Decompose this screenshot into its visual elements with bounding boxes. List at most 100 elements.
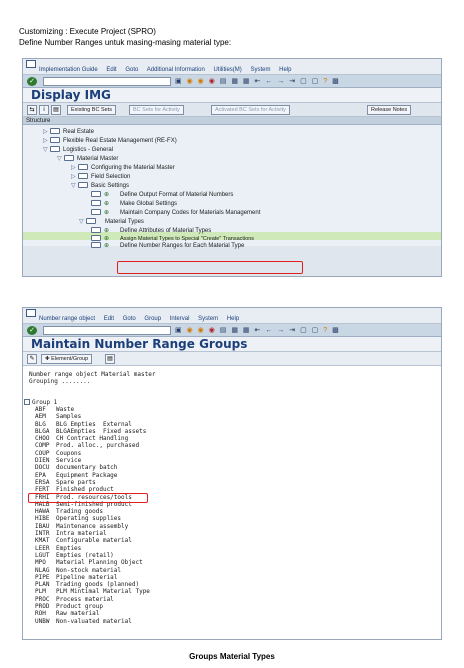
material-type-row[interactable]: NLAG Non-stock material <box>35 567 150 574</box>
enter-icon[interactable]: ✓ <box>27 326 37 335</box>
menu-help[interactable]: Help <box>279 67 291 73</box>
material-type-row[interactable]: BLGA BLGAEmpties Fixed assets <box>35 428 150 435</box>
exit-icon[interactable]: ◉ <box>198 325 204 336</box>
sap-window-icon[interactable] <box>26 60 36 68</box>
group-header[interactable]: Group 1 <box>24 399 57 406</box>
menu-help[interactable]: Help <box>227 316 239 322</box>
material-type-row[interactable]: AEM Samples <box>35 413 150 420</box>
execute-activity-icon[interactable]: ⊕ <box>104 242 120 250</box>
shortcut-icon[interactable]: ▢ <box>312 76 319 87</box>
execute-activity-icon[interactable]: ⊕ <box>104 227 120 235</box>
tree-node-make-global-settings[interactable]: ⊕ Make Global Settings <box>91 200 177 208</box>
expand-icon[interactable]: ▷ <box>71 164 78 172</box>
bc-sets-for-activity-button[interactable]: BC Sets for Activity <box>129 105 184 115</box>
print-icon[interactable]: ▤ <box>220 325 227 336</box>
material-type-row[interactable]: COMP Prod. alloc., purchased <box>35 442 150 449</box>
save-icon[interactable]: ▣ <box>175 325 182 336</box>
collapse-icon[interactable]: ▽ <box>79 218 86 226</box>
tree-node-material-master[interactable]: ▽ Material Master <box>57 155 118 163</box>
collapse-icon[interactable]: ▽ <box>57 155 64 163</box>
exit-icon[interactable]: ◉ <box>198 76 204 87</box>
edit-pencil-icon[interactable]: ✎ <box>27 354 37 364</box>
tree-node-real-estate[interactable]: ▷ Real Estate <box>43 128 94 136</box>
material-type-row[interactable]: EPA Equipment Package <box>35 472 150 479</box>
sap-window-icon[interactable] <box>26 309 36 317</box>
info-icon[interactable]: i <box>39 105 49 115</box>
last-page-icon[interactable]: ⇥ <box>289 325 295 336</box>
execute-activity-icon[interactable]: ⊕ <box>104 209 120 217</box>
collapse-icon[interactable]: ▽ <box>71 182 78 190</box>
tree-node-configuring-material-master[interactable]: ▷ Configuring the Material Master <box>71 164 175 172</box>
material-type-row[interactable]: PROD Product group <box>35 603 150 610</box>
material-type-row[interactable]: DOCU documentary batch <box>35 464 150 471</box>
first-page-icon[interactable]: ⇤ <box>255 325 261 336</box>
new-group-icon[interactable]: ▤ <box>105 354 115 364</box>
expand-icon[interactable]: ▷ <box>43 128 50 136</box>
tree-node-define-number-ranges[interactable]: ⊕ Define Number Ranges for Each Material … <box>91 242 244 250</box>
menu-number-range-object[interactable]: Number range object <box>39 316 95 322</box>
collapse-icon[interactable]: ▽ <box>43 146 50 154</box>
enter-icon[interactable]: ✓ <box>27 77 37 86</box>
new-session-icon[interactable]: ▢ <box>300 325 307 336</box>
menu-goto[interactable]: Goto <box>125 67 138 73</box>
material-type-row[interactable]: UNBW Non-valuated material <box>35 618 150 625</box>
material-type-row[interactable]: INTR Intra material <box>35 530 150 537</box>
menu-implementation-guide[interactable]: Implementation Guide <box>39 67 98 73</box>
material-type-row[interactable]: ROH Raw material <box>35 610 150 617</box>
layout-icon[interactable]: ▩ <box>332 76 339 87</box>
activated-bc-sets-button[interactable]: Activated BC Sets for Activity <box>211 105 290 115</box>
material-type-row[interactable]: KMAT Configurable material <box>35 537 150 544</box>
last-page-icon[interactable]: ⇥ <box>289 76 295 87</box>
find-icon[interactable]: ▦ <box>231 325 238 336</box>
menu-utilities[interactable]: Utilities(M) <box>213 67 241 73</box>
next-page-icon[interactable]: → <box>277 325 284 336</box>
menu-group[interactable]: Group <box>144 316 161 322</box>
find-next-icon[interactable]: ▦ <box>243 76 250 87</box>
material-type-row[interactable]: PLAN Trading goods (planned) <box>35 581 150 588</box>
material-type-row[interactable]: PLM PLM Mintimal Material Type <box>35 588 150 595</box>
find-next-icon[interactable]: ▦ <box>243 325 250 336</box>
material-type-row[interactable]: CHOO CH Contract Handling <box>35 435 150 442</box>
first-page-icon[interactable]: ⇤ <box>255 76 261 87</box>
tree-node-basic-settings[interactable]: ▽ Basic Settings <box>71 182 129 190</box>
material-type-row[interactable]: DIEN Service <box>35 457 150 464</box>
save-icon[interactable]: ▣ <box>175 76 182 87</box>
release-notes-button[interactable]: Release Notes <box>367 105 412 115</box>
expand-icon[interactable]: ▷ <box>43 137 50 145</box>
material-type-row[interactable]: MPO Material Planning Object <box>35 559 150 566</box>
material-type-row[interactable]: ERSA Spare parts <box>35 479 150 486</box>
back-icon[interactable]: ◉ <box>187 76 193 87</box>
expand-icon[interactable]: ▷ <box>71 173 78 181</box>
shortcut-icon[interactable]: ▢ <box>312 325 319 336</box>
menu-system[interactable]: System <box>250 67 270 73</box>
material-type-row[interactable]: HIBE Operating supplies <box>35 515 150 522</box>
find-icon[interactable]: ▦ <box>231 76 238 87</box>
back-icon[interactable]: ◉ <box>187 325 193 336</box>
material-type-row[interactable]: PROC Process material <box>35 596 150 603</box>
material-type-row[interactable]: ABF Waste <box>35 406 150 413</box>
help-icon[interactable]: ? <box>323 325 327 336</box>
layout-icon[interactable]: ▩ <box>332 325 339 336</box>
element-group-button[interactable]: ✚ Element/Group <box>41 354 93 364</box>
tree-node-field-selection[interactable]: ▷ Field Selection <box>71 173 130 181</box>
command-field[interactable] <box>43 326 171 335</box>
group-checkbox[interactable] <box>24 399 30 405</box>
material-type-row[interactable]: LEER Empties <box>35 545 150 552</box>
menu-goto[interactable]: Goto <box>123 316 136 322</box>
help-icon[interactable]: ? <box>323 76 327 87</box>
menu-edit[interactable]: Edit <box>106 67 116 73</box>
new-session-icon[interactable]: ▢ <box>300 76 307 87</box>
next-page-icon[interactable]: → <box>277 76 284 87</box>
material-type-row[interactable]: HAWA Trading goods <box>35 508 150 515</box>
tree-node-maintain-company-codes[interactable]: ⊕ Maintain Company Codes for Materials Ma… <box>91 209 260 217</box>
cancel-icon[interactable]: ◉ <box>209 76 215 87</box>
print-icon[interactable]: ▤ <box>220 76 227 87</box>
material-type-row[interactable]: COUP Coupons <box>35 450 150 457</box>
existing-bc-sets-button[interactable]: Existing BC Sets <box>67 105 116 115</box>
tree-node-flexible-real-estate[interactable]: ▷ Flexible Real Estate Management (RE-FX) <box>43 137 177 145</box>
execute-activity-icon[interactable]: ⊕ <box>104 200 120 208</box>
material-type-row[interactable]: LGUT Empties (retail) <box>35 552 150 559</box>
tree-node-logistics-general[interactable]: ▽ Logistics - General <box>43 146 113 154</box>
prev-page-icon[interactable]: ← <box>265 325 272 336</box>
execute-activity-icon[interactable]: ⊕ <box>104 191 120 199</box>
